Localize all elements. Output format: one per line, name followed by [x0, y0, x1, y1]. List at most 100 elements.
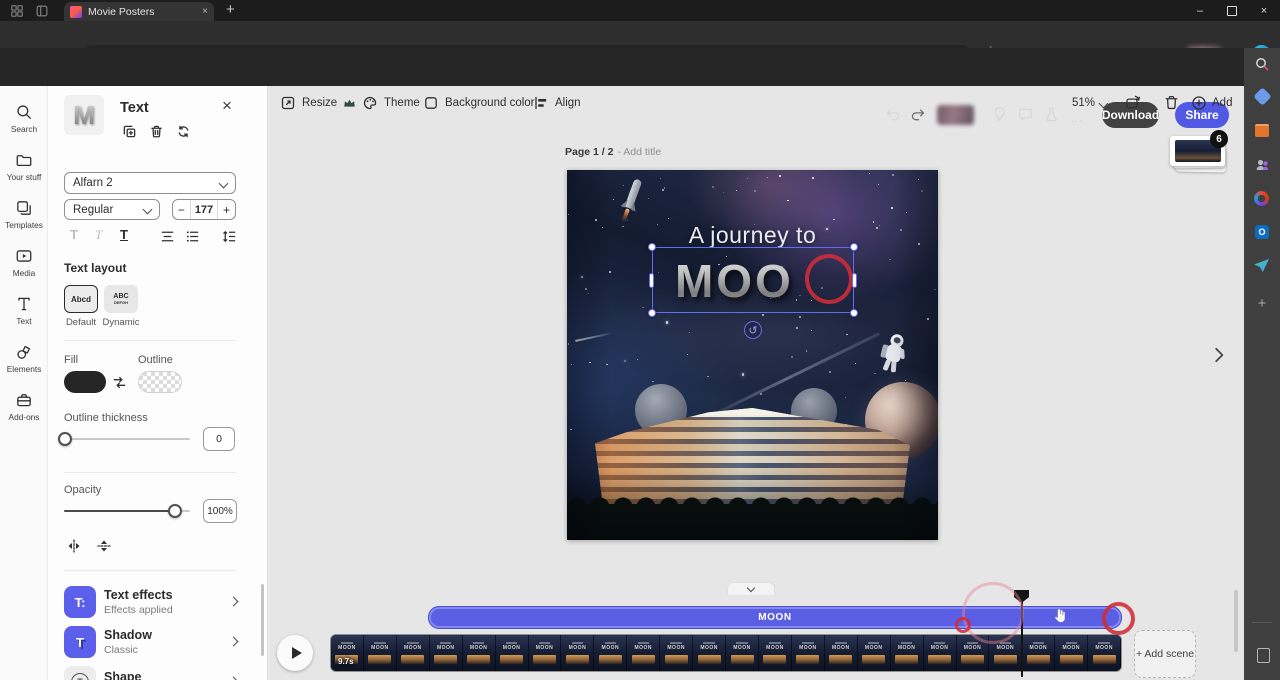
font-size-decrease-button[interactable]: − — [173, 200, 190, 219]
canvas-scrollbar[interactable] — [1234, 590, 1238, 652]
filmstrip-frame[interactable]: MOON — [627, 635, 660, 671]
window-minimize-button[interactable]: – — [1186, 0, 1214, 21]
filmstrip-frame[interactable]: MOON — [397, 635, 430, 671]
filmstrip-frame[interactable]: MOON — [496, 635, 529, 671]
shuffle-icon[interactable] — [176, 124, 191, 139]
font-style-select[interactable]: Regular — [64, 199, 160, 220]
add-page-button[interactable]: Add — [1191, 92, 1232, 114]
outlook-icon[interactable]: O — [1255, 225, 1269, 239]
theme-button[interactable]: Theme — [362, 92, 420, 114]
flip-horizontal-icon[interactable] — [66, 538, 82, 554]
selection-handle-w[interactable] — [649, 273, 654, 288]
zoom-control[interactable]: 51% — [1072, 92, 1107, 114]
filmstrip-frame[interactable]: MOON — [759, 635, 792, 671]
filmstrip-frame[interactable]: MOON — [924, 635, 957, 671]
rotate-handle[interactable]: ↺ — [744, 321, 762, 339]
opacity-knob[interactable] — [168, 504, 182, 518]
font-size-value[interactable]: 177 — [190, 200, 218, 219]
filmstrip-frame[interactable]: MOON — [891, 635, 924, 671]
tab-close-icon[interactable]: × — [202, 6, 208, 17]
rail-item-text[interactable]: Text — [0, 288, 48, 332]
new-tab-button[interactable]: + — [226, 1, 235, 18]
selection-handle-e[interactable] — [852, 273, 857, 288]
opacity-value[interactable]: 100% — [203, 499, 237, 523]
rail-item-search[interactable]: Search — [0, 96, 48, 140]
font-family-select[interactable]: Alfarn 2 — [64, 172, 236, 194]
flip-vertical-icon[interactable] — [96, 538, 112, 554]
swap-fill-outline-icon[interactable] — [112, 375, 127, 390]
rail-item-templates[interactable]: Templates — [0, 192, 48, 236]
outline-thickness-value[interactable]: 0 — [203, 427, 235, 451]
selection-handle-nw[interactable] — [648, 243, 656, 251]
page-indicator[interactable]: Page 1 / 2 - Add title — [565, 146, 661, 158]
shadow-row[interactable]: T Shadow Classic — [48, 624, 268, 664]
selection-handle-se[interactable] — [850, 309, 858, 317]
background-color-button[interactable]: Background color — [423, 92, 535, 114]
panel-scrollbar[interactable] — [261, 584, 264, 656]
timeline-collapse-tab[interactable] — [727, 582, 775, 595]
comment-icon[interactable] — [1017, 106, 1034, 123]
filmstrip-frame[interactable]: MOON — [693, 635, 726, 671]
resize-button[interactable]: Resize — [280, 92, 356, 114]
redo-icon[interactable] — [910, 106, 927, 123]
beta-flask-icon[interactable] — [1043, 106, 1060, 123]
filmstrip-frame[interactable]: MOON — [430, 635, 463, 671]
underline-icon[interactable]: T — [120, 227, 128, 242]
rail-item-media[interactable]: Media — [0, 240, 48, 284]
filmstrip-frame[interactable]: MOON — [726, 635, 759, 671]
poster-subtitle[interactable]: A journey to — [567, 222, 938, 249]
next-page-chevron[interactable] — [1210, 346, 1228, 364]
rail-item-add-ons[interactable]: Add-ons — [0, 384, 48, 428]
window-maximize-button[interactable] — [1218, 0, 1246, 21]
filmstrip-frame[interactable]: MOON — [594, 635, 627, 671]
line-spacing-icon[interactable] — [222, 229, 237, 244]
drop-paperplane-icon[interactable] — [1254, 259, 1269, 272]
shopping-tag-icon[interactable] — [1253, 87, 1271, 105]
rail-item-elements[interactable]: Elements — [0, 336, 48, 380]
text-align-icon[interactable] — [160, 229, 175, 244]
filmstrip-frame[interactable]: MOON — [858, 635, 891, 671]
people-icon[interactable] — [1254, 157, 1270, 173]
selection-handle-sw[interactable] — [648, 309, 656, 317]
rail-item-your-stuff[interactable]: Your stuff — [0, 144, 48, 188]
selection-handle-ne[interactable] — [850, 243, 858, 251]
fill-color-swatch[interactable] — [64, 371, 106, 393]
layout-default-button[interactable]: Abcd — [64, 285, 98, 313]
delete-icon[interactable] — [149, 124, 164, 139]
play-button[interactable] — [277, 635, 313, 671]
filmstrip-frame[interactable]: MOON — [1055, 635, 1088, 671]
list-icon[interactable] — [185, 229, 200, 244]
text-effects-row[interactable]: T: Text effects Effects applied — [48, 584, 268, 624]
outline-color-swatch[interactable] — [138, 371, 182, 393]
undo-icon[interactable] — [884, 106, 901, 123]
filmstrip-frame[interactable]: MOON — [529, 635, 562, 671]
bold-icon[interactable]: T — [70, 227, 78, 242]
filmstrip-frame[interactable]: MOON — [463, 635, 496, 671]
vertical-tabs-icon[interactable] — [35, 4, 49, 18]
poster-canvas[interactable]: A journey to MOON ↺ — [567, 170, 938, 540]
delete-page-icon[interactable] — [1163, 94, 1180, 111]
workspaces-icon[interactable] — [10, 4, 24, 18]
page-title-hint[interactable]: - Add title — [617, 146, 661, 158]
shopping-bag-icon[interactable] — [1255, 124, 1269, 137]
sidebar-page-icon[interactable] — [1257, 648, 1270, 663]
outline-thickness-slider[interactable] — [64, 438, 190, 440]
align-button[interactable]: Align — [533, 92, 581, 114]
duplicate-icon[interactable] — [122, 124, 137, 139]
browser-tab[interactable]: Movie Posters × — [64, 2, 214, 21]
selection-box[interactable] — [652, 247, 854, 313]
italic-icon[interactable]: T — [95, 227, 102, 243]
filmstrip-frame[interactable]: MOON — [825, 635, 858, 671]
font-size-increase-button[interactable]: + — [218, 200, 235, 219]
panel-close-icon[interactable]: × — [222, 96, 232, 116]
sidebar-add-icon[interactable]: + — [1254, 295, 1270, 311]
filmstrip-frame[interactable]: MOON — [1088, 635, 1121, 671]
shape-row[interactable]: T Shape — [48, 664, 268, 680]
outline-thickness-knob[interactable] — [58, 432, 72, 446]
window-close-button[interactable]: × — [1250, 0, 1278, 21]
sidebar-search-icon[interactable] — [1254, 56, 1270, 72]
microsoft-365-icon[interactable] — [1254, 191, 1269, 206]
add-scene-button[interactable]: + Add scene — [1134, 630, 1196, 678]
filmstrip-frame[interactable]: MOON — [792, 635, 825, 671]
layout-dynamic-button[interactable]: ABC DEFGH — [104, 285, 138, 313]
